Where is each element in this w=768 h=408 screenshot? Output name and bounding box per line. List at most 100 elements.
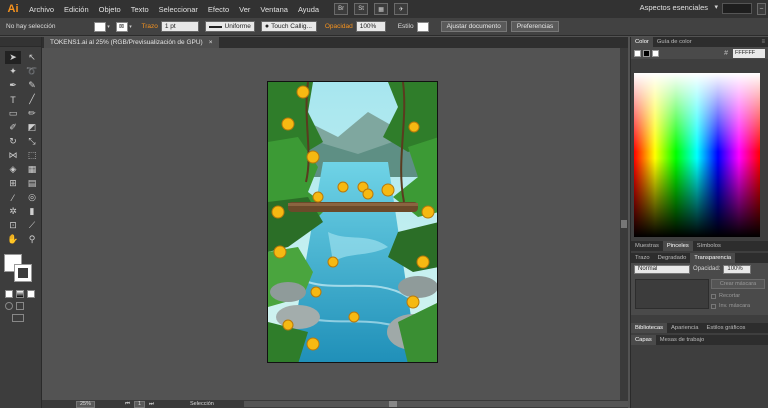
tab-color[interactable]: Color — [631, 37, 653, 47]
chevron-down-icon[interactable]: ▾ — [714, 3, 718, 11]
tab-stroke[interactable]: Trazo — [631, 253, 654, 263]
color-spectrum[interactable] — [634, 73, 760, 237]
fit-document-button[interactable]: Ajustar documento — [440, 21, 507, 32]
tab-layers[interactable]: Capas — [631, 335, 656, 345]
opacity-input[interactable]: 100% — [723, 264, 752, 274]
last-page-icon[interactable]: ⏭ — [149, 401, 154, 408]
make-mask-button[interactable]: Crear máscara — [711, 279, 765, 289]
tab-appearance[interactable]: Apariencia — [667, 323, 702, 333]
search-input[interactable] — [722, 3, 752, 14]
blend-mode-select[interactable]: Normal — [634, 264, 690, 274]
pencil-tool-icon[interactable]: ✐ — [5, 121, 21, 134]
panel-grip[interactable] — [0, 37, 41, 47]
layout-icon[interactable]: ▦ — [374, 3, 389, 15]
symbol-sprayer-tool-icon[interactable]: ✲ — [5, 205, 21, 218]
selection-tool-icon[interactable]: ➤ — [5, 51, 21, 64]
opacity-label[interactable]: Opacidad — [325, 23, 353, 30]
blend-tool-icon[interactable]: ◎ — [24, 191, 40, 204]
draw-mode-icon[interactable] — [5, 302, 13, 310]
menu-ayuda[interactable]: Ayuda — [293, 5, 324, 14]
tab-libraries[interactable]: Bibliotecas — [631, 323, 668, 333]
minimize-icon[interactable]: – — [757, 3, 766, 15]
tab-swatches[interactable]: Muestras — [631, 241, 663, 251]
zoom-field[interactable]: 25% — [76, 400, 96, 408]
pen-tool-icon[interactable]: ✒ — [5, 79, 21, 92]
first-page-icon[interactable]: ⏮ — [125, 401, 130, 408]
preferences-button[interactable]: Preferencias — [510, 21, 560, 32]
tab-brushes[interactable]: Pinceles — [662, 241, 693, 251]
horizontal-scrollbar[interactable] — [243, 401, 628, 407]
tab-graphic-styles[interactable]: Estilos gráficos — [702, 323, 749, 333]
hscroll-thumb[interactable] — [388, 401, 397, 407]
canvas[interactable] — [42, 48, 620, 400]
scale-tool-icon[interactable]: ⤡ — [24, 135, 40, 148]
shape-builder-tool-icon[interactable]: ◈ — [5, 163, 21, 176]
chevron-down-icon[interactable]: ▾ — [106, 22, 112, 32]
gpu-icon[interactable]: ✈ — [394, 3, 409, 15]
stock-icon[interactable]: St — [354, 3, 369, 15]
tab-symbols[interactable]: Símbolos — [693, 241, 725, 251]
hand-tool-icon[interactable]: ✋ — [5, 233, 21, 246]
white-swatch[interactable] — [652, 49, 659, 57]
graph-tool-icon[interactable]: ▮ — [24, 205, 40, 218]
menu-edicion[interactable]: Edición — [59, 5, 94, 14]
menu-archivo[interactable]: Archivo — [24, 5, 59, 14]
artboard-tool-icon[interactable]: ⊡ — [5, 219, 21, 232]
brush-select[interactable]: ● Touch Callig... — [260, 21, 317, 32]
stroke-swatch[interactable]: ⊠ — [115, 21, 128, 32]
tab-gradient[interactable]: Degradado — [654, 253, 691, 263]
slice-tool-icon[interactable]: ⟋ — [24, 219, 40, 232]
menu-efecto[interactable]: Efecto — [203, 5, 234, 14]
color-mode-icon[interactable] — [5, 290, 13, 298]
page-field[interactable]: 1 — [133, 400, 146, 408]
draw-behind-icon[interactable] — [16, 302, 24, 310]
clip-checkbox[interactable]: Recortar — [711, 293, 740, 299]
bridge-icon[interactable]: Br — [334, 3, 349, 15]
free-transform-tool-icon[interactable]: ⬚ — [24, 149, 40, 162]
tab-transparency[interactable]: Transparencia — [690, 253, 736, 263]
menu-seleccionar[interactable]: Seleccionar — [154, 5, 203, 14]
artboard[interactable] — [267, 81, 438, 363]
hex-input[interactable]: FFFFFF — [733, 48, 765, 58]
magic-wand-tool-icon[interactable]: ✦ — [5, 65, 21, 78]
mesh-tool-icon[interactable]: ⊞ — [5, 177, 21, 190]
width-tool-icon[interactable]: ⋈ — [5, 149, 21, 162]
stroke-proxy[interactable] — [643, 49, 650, 57]
stroke-weight-field[interactable]: 1 pt — [160, 21, 199, 32]
close-icon[interactable]: × — [209, 39, 213, 46]
line-tool-icon[interactable]: ╱ — [24, 93, 40, 106]
none-mode-icon[interactable] — [27, 290, 35, 298]
menu-objeto[interactable]: Objeto — [94, 5, 126, 14]
gradient-tool-icon[interactable]: ▤ — [24, 177, 40, 190]
paintbrush-tool-icon[interactable]: ✏ — [24, 107, 40, 120]
eyedropper-tool-icon[interactable]: ⁄ — [5, 191, 21, 204]
gradient-mode-icon[interactable] — [16, 290, 24, 298]
document-tab[interactable]: TOKENS1.ai al 25% (RGB/Previsualización … — [44, 37, 219, 48]
tab-color-guide[interactable]: Guía de color — [653, 37, 696, 47]
style-swatch[interactable] — [416, 21, 429, 32]
chevron-down-icon[interactable]: ▾ — [128, 22, 134, 32]
curvature-tool-icon[interactable]: ✎ — [24, 79, 40, 92]
direct-selection-tool-icon[interactable]: ↖ — [24, 51, 40, 64]
invert-mask-checkbox[interactable]: Inv. máscara — [711, 303, 750, 309]
lasso-tool-icon[interactable]: ➰ — [24, 65, 40, 78]
screen-mode-icon[interactable] — [12, 314, 24, 322]
workspace-switcher[interactable]: Aspectos esenciales — [640, 3, 708, 12]
type-tool-icon[interactable]: T — [5, 93, 21, 106]
vertical-scrollbar[interactable] — [620, 48, 628, 400]
tab-artboards[interactable]: Mesas de trabajo — [656, 335, 708, 345]
menu-ventana[interactable]: Ventana — [255, 5, 293, 14]
rectangle-tool-icon[interactable]: ▭ — [5, 107, 21, 120]
zoom-tool-icon[interactable]: ⚲ — [24, 233, 40, 246]
rotate-tool-icon[interactable]: ↻ — [5, 135, 21, 148]
perspective-tool-icon[interactable]: ▦ — [24, 163, 40, 176]
stroke-profile-select[interactable]: Uniforme — [204, 21, 255, 32]
menu-texto[interactable]: Texto — [126, 5, 154, 14]
stroke-label[interactable]: Trazo — [142, 23, 158, 30]
menu-ver[interactable]: Ver — [234, 5, 255, 14]
stroke-color[interactable] — [14, 264, 32, 282]
eraser-tool-icon[interactable]: ◩ — [24, 121, 40, 134]
opacity-field[interactable]: 100% — [355, 21, 386, 32]
fill-proxy[interactable] — [634, 49, 641, 57]
fill-swatch[interactable] — [93, 21, 106, 32]
